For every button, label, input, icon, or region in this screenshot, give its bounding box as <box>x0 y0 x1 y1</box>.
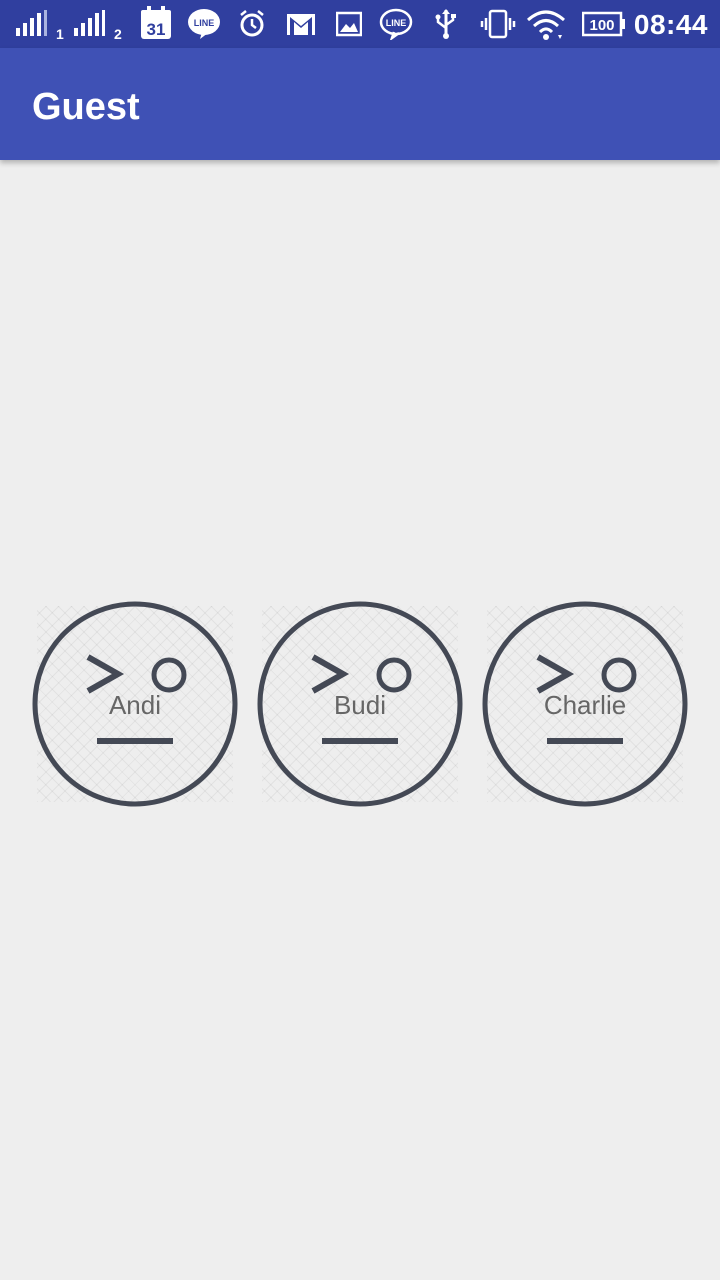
wifi-icon <box>526 8 566 47</box>
svg-text:31: 31 <box>147 20 166 39</box>
calendar-icon: 31 <box>140 6 172 45</box>
guest-name: Andi <box>108 690 162 720</box>
gmail-icon <box>286 8 316 45</box>
battery-icon: 100 <box>581 11 626 42</box>
page-title: Guest <box>32 86 140 128</box>
vibrate-icon <box>480 8 516 45</box>
svg-text:100: 100 <box>589 17 614 34</box>
status-bar: 1 2 31 LINE LINE 100 08:44 <box>0 0 720 48</box>
signal-icon <box>72 8 108 45</box>
svg-text:LINE: LINE <box>386 18 407 28</box>
sim2-label: 2 <box>114 26 122 42</box>
line-icon: LINE <box>186 8 222 45</box>
clock: 08:44 <box>633 9 708 40</box>
guest-item[interactable]: Charlie <box>482 601 688 807</box>
line-icon: LINE <box>378 8 414 45</box>
alarm-icon <box>238 8 266 45</box>
signal-icon <box>14 8 50 45</box>
guest-name: Charlie <box>543 690 627 720</box>
svg-text:LINE: LINE <box>194 18 215 28</box>
guest-name: Budi <box>333 690 387 720</box>
app-bar: Guest <box>0 48 720 160</box>
sim1-label: 1 <box>56 26 64 42</box>
image-icon <box>335 8 363 45</box>
guest-item[interactable]: Budi <box>257 601 463 807</box>
usb-icon <box>432 8 460 45</box>
guest-item[interactable]: Andi <box>32 601 238 807</box>
guest-list: Andi Budi Charlie <box>0 600 720 810</box>
